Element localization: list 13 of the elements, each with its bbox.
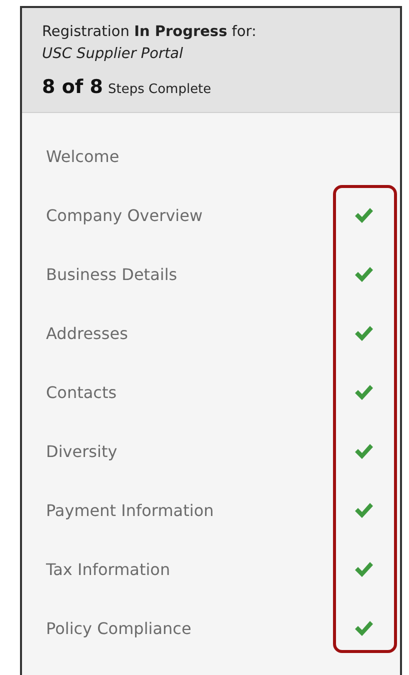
portal-name: USC Supplier Portal [42,46,184,62]
step-link[interactable]: Diversity [46,442,118,461]
registration-status: Registration In Progress for: [42,24,258,40]
steps-label: Steps Complete [108,82,212,97]
steps-count: 8 of 8 [42,76,103,98]
step-link[interactable]: Policy Compliance [46,619,192,638]
step-link[interactable]: Addresses [46,324,128,343]
step-link[interactable]: Payment Information [46,501,214,520]
step-link[interactable]: Contacts [46,383,117,402]
step-link[interactable]: Company Overview [46,206,203,225]
step-link[interactable]: Tax Information [46,560,170,579]
step-link[interactable]: Business Details [46,265,178,284]
step-link[interactable]: Welcome [46,147,120,166]
